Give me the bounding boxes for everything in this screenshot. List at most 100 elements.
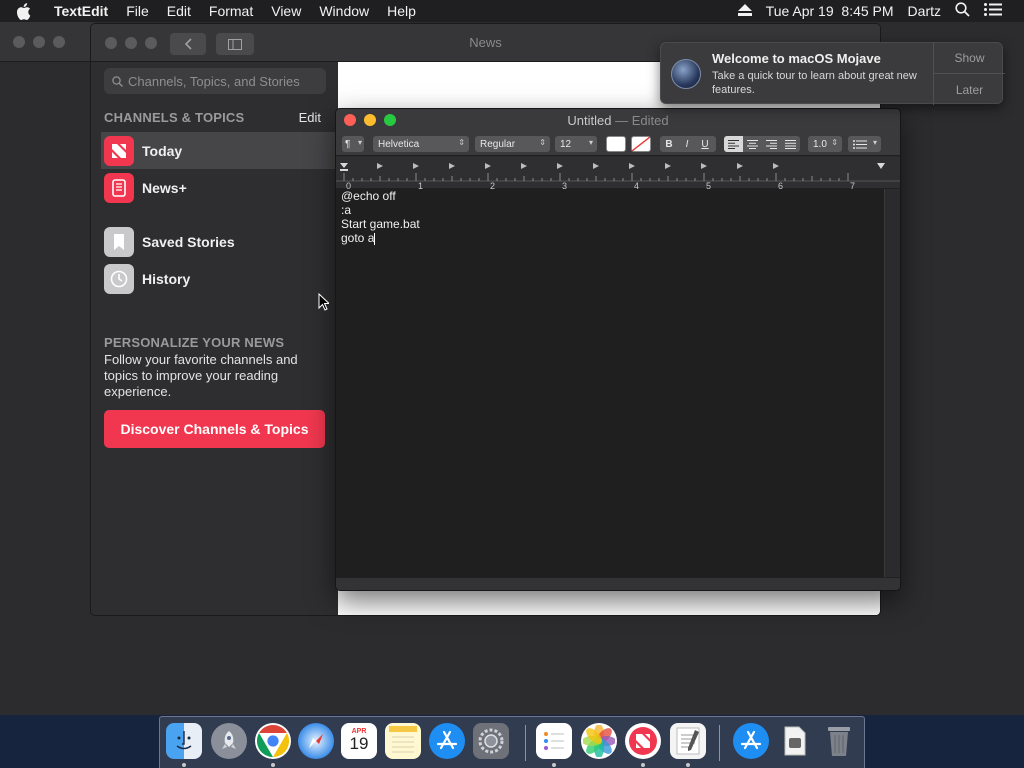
italic-button[interactable]: I [678, 139, 696, 150]
vertical-scrollbar[interactable] [884, 189, 900, 577]
zoom-button[interactable] [53, 36, 65, 48]
align-left-button[interactable] [724, 136, 743, 152]
personalize-description: Follow your favorite channels and topics… [104, 352, 298, 399]
menu-window[interactable]: Window [319, 3, 369, 19]
bold-button[interactable]: B [660, 139, 678, 150]
list-style-select[interactable]: ▾ [848, 136, 881, 152]
format-toolbar: ¶ ▾ Helvetica ⇕ Regular ⇕ 12 ▾ B I U 1.0… [336, 132, 900, 156]
ruler[interactable]: 0 1 2 3 4 5 6 7 [336, 157, 900, 191]
minimize-button[interactable] [33, 36, 45, 48]
sidebar-item-news-plus[interactable]: News+ [101, 169, 338, 206]
text-line: goto a [341, 231, 375, 245]
text-style-group: B I U [660, 136, 716, 152]
spotlight-search-icon[interactable] [955, 2, 970, 20]
launchpad-icon[interactable] [211, 723, 247, 759]
textedit-window: Untitled — Edited ¶ ▾ Helvetica ⇕ Regular ⇕… [335, 108, 901, 591]
menubar-clock[interactable]: Tue Apr 19 8:45 PM [766, 3, 894, 19]
downloads-folder-icon[interactable] [777, 723, 813, 759]
dock-separator [525, 725, 526, 761]
document-title: Untitled [567, 113, 612, 128]
text-line-current: goto a [341, 231, 420, 245]
news-search-input[interactable]: Channels, Topics, and Stories [104, 68, 326, 94]
reminders-icon[interactable] [536, 723, 572, 759]
sidebar-item-label: History [142, 270, 191, 287]
dock: APR 19 [159, 716, 865, 768]
ruler-number: 4 [634, 181, 639, 189]
textedit-icon[interactable] [670, 723, 706, 759]
justify-icon [785, 139, 796, 149]
notification-actions: Show Later [933, 43, 1005, 105]
calendar-icon[interactable]: APR 19 [341, 723, 377, 759]
menu-format[interactable]: Format [209, 3, 253, 19]
ruler-number: 1 [418, 181, 423, 189]
line-spacing-select[interactable]: 1.0 ⇕ [808, 136, 842, 152]
notification-banner[interactable]: Welcome to macOS Mojave Take a quick tou… [660, 42, 1005, 105]
sidebar-item-label: News+ [142, 179, 187, 196]
sidebar-item-history[interactable]: History [101, 260, 338, 297]
safari-icon[interactable] [298, 723, 334, 759]
search-icon [112, 75, 123, 87]
menu-help[interactable]: Help [387, 3, 416, 19]
left-indent-marker [340, 163, 348, 171]
underline-button[interactable]: U [696, 139, 714, 150]
trash-icon[interactable] [821, 723, 857, 759]
align-left-icon [728, 139, 739, 149]
later-button[interactable]: Later [934, 74, 1005, 105]
background-window-controls [13, 36, 65, 48]
apple-menu-icon[interactable] [16, 2, 42, 20]
ruler-number: 3 [562, 181, 567, 189]
running-indicator [552, 763, 556, 767]
show-button[interactable]: Show [934, 43, 1005, 74]
sidebar-item-saved-stories[interactable]: Saved Stories [101, 223, 338, 260]
finder-icon[interactable] [166, 723, 202, 759]
textedit-titlebar: Untitled — Edited [336, 109, 900, 132]
menubar: TextEdit File Edit Format View Window He… [0, 0, 1024, 22]
align-right-button[interactable] [762, 139, 781, 149]
tab-stop-marker [413, 163, 419, 169]
dock-separator [719, 725, 720, 761]
menu-view[interactable]: View [271, 3, 301, 19]
applications-folder-icon[interactable] [733, 723, 769, 759]
channels-topics-heading: CHANNELS & TOPICS [104, 110, 245, 125]
sidebar-item-today[interactable]: Today [101, 132, 338, 169]
ruler-number: 6 [778, 181, 783, 189]
notes-icon[interactable] [385, 723, 421, 759]
tab-stop-marker [377, 163, 383, 169]
edited-indicator: — Edited [615, 113, 669, 128]
edit-channels-button[interactable]: Edit [299, 110, 321, 125]
font-size-select[interactable]: 12 ▾ [555, 136, 597, 152]
system-preferences-icon[interactable] [473, 723, 509, 759]
macos-mojave-icon [671, 59, 701, 89]
align-center-button[interactable] [743, 139, 762, 149]
alignment-group [724, 136, 800, 152]
line-spacing-value: 1.0 [813, 138, 827, 150]
text-color-well[interactable] [606, 136, 626, 152]
app-name-menu[interactable]: TextEdit [54, 3, 108, 19]
font-family-select[interactable]: Helvetica ⇕ [373, 136, 469, 152]
ruler-number: 0 [346, 181, 351, 189]
discover-channels-button[interactable]: Discover Channels & Topics [104, 410, 325, 448]
photos-icon[interactable] [581, 723, 617, 759]
menubar-user[interactable]: Dartz [908, 3, 941, 19]
chrome-icon[interactable] [255, 723, 291, 759]
justify-button[interactable] [781, 139, 800, 149]
notification-title: Welcome to macOS Mojave [712, 51, 881, 66]
document-text[interactable]: @echo off :a Start game.bat goto a [341, 189, 420, 245]
align-right-icon [766, 139, 777, 149]
tab-stop-marker [737, 163, 743, 169]
ruler-number: 7 [850, 181, 855, 189]
menu-edit[interactable]: Edit [167, 3, 191, 19]
font-style-select[interactable]: Regular ⇕ [475, 136, 550, 152]
text-line: @echo off [341, 189, 396, 203]
notification-body: Take a quick tour to learn about great n… [712, 70, 917, 96]
paragraph-style-button[interactable]: ¶ ▾ [342, 136, 364, 152]
document-page[interactable] [336, 189, 884, 577]
background-color-well[interactable] [631, 136, 651, 152]
notification-center-icon[interactable] [984, 3, 1002, 19]
close-button[interactable] [13, 36, 25, 48]
font-size-value: 12 [560, 138, 572, 150]
news-app-icon[interactable] [625, 723, 661, 759]
app-store-icon[interactable] [429, 723, 465, 759]
menu-file[interactable]: File [126, 3, 149, 19]
eject-icon[interactable] [737, 3, 752, 19]
